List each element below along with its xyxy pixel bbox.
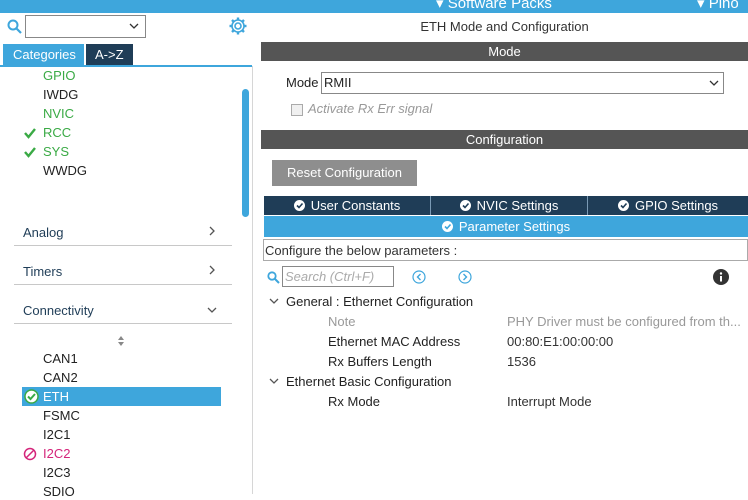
chevron-down-icon[interactable] xyxy=(207,305,217,315)
tab-user-constants[interactable]: User Constants xyxy=(264,196,430,215)
list-item-wwdg[interactable]: WWDG xyxy=(43,162,87,179)
param-value-rx-mode[interactable]: Interrupt Mode xyxy=(507,394,747,409)
search-icon[interactable] xyxy=(7,19,23,35)
list-item-can2[interactable]: CAN2 xyxy=(43,369,78,386)
list-item-rcc[interactable]: RCC xyxy=(43,124,71,141)
list-item-i2c2[interactable]: I2C2 xyxy=(43,445,70,462)
tab-gpio-settings[interactable]: GPIO Settings xyxy=(588,196,748,215)
check-circle-icon xyxy=(441,221,453,232)
chevron-down-icon[interactable] xyxy=(269,376,279,386)
list-item-sys[interactable]: SYS xyxy=(43,143,69,160)
divider xyxy=(14,245,232,246)
param-name-rx-mode[interactable]: Rx Mode xyxy=(328,394,380,409)
tab-label: Parameter Settings xyxy=(458,219,571,234)
categories-panel: Categories A->Z GPIO IWDG NVIC RCC SYS W… xyxy=(0,13,253,499)
divider xyxy=(14,323,232,324)
list-item-can1[interactable]: CAN1 xyxy=(43,350,78,367)
check-circle-icon xyxy=(24,389,39,404)
top-toolbar: ▾ Software Packs ▾ Pino xyxy=(0,0,748,13)
param-name-rx-buffers[interactable]: Rx Buffers Length xyxy=(328,354,432,369)
previous-icon[interactable] xyxy=(412,270,426,284)
tab-label: User Constants xyxy=(310,198,401,213)
chevron-down-icon xyxy=(129,23,139,29)
search-combo[interactable] xyxy=(25,15,146,38)
tab-label: GPIO Settings xyxy=(634,198,719,213)
list-item-nvic[interactable]: NVIC xyxy=(43,105,74,122)
chevron-down-icon xyxy=(709,80,719,86)
search-icon xyxy=(267,271,280,284)
param-value-rx-buffers[interactable]: 1536 xyxy=(507,354,747,369)
chevron-down-icon[interactable] xyxy=(269,296,279,306)
list-item-fsmc[interactable]: FSMC xyxy=(43,407,80,424)
check-circle-icon xyxy=(459,200,471,211)
section-analog[interactable]: Analog xyxy=(23,225,63,240)
next-icon[interactable] xyxy=(458,270,472,284)
check-icon xyxy=(24,128,36,139)
parameter-search-input[interactable]: Search (Ctrl+F) xyxy=(282,266,394,287)
tab-parameter-settings[interactable]: Parameter Settings xyxy=(264,216,748,237)
check-circle-icon xyxy=(617,200,629,211)
info-icon[interactable] xyxy=(713,269,729,285)
activate-rx-err-checkbox[interactable] xyxy=(291,104,303,116)
tab-categories[interactable]: Categories xyxy=(3,44,84,65)
software-packs-menu[interactable]: ▾ Software Packs xyxy=(436,0,552,12)
blocked-icon xyxy=(23,447,37,461)
list-item-sdio[interactable]: SDIO xyxy=(43,483,75,500)
scrollbar-thumb[interactable] xyxy=(242,89,249,217)
check-circle-icon xyxy=(293,200,305,211)
divider xyxy=(14,284,232,285)
activate-rx-err-label: Activate Rx Err signal xyxy=(308,101,433,116)
mode-header: Mode xyxy=(261,42,748,61)
list-item-eth[interactable]: ETH xyxy=(43,388,69,405)
mode-select-value: RMII xyxy=(324,75,352,90)
mode-select[interactable]: RMII xyxy=(321,72,724,94)
chevron-right-icon[interactable] xyxy=(207,265,217,275)
param-name-note: Note xyxy=(328,314,356,329)
pinout-label: Pino xyxy=(708,0,739,12)
param-value-mac-address[interactable]: 00:80:E1:00:00:00 xyxy=(507,334,747,349)
section-connectivity[interactable]: Connectivity xyxy=(23,303,94,318)
pinout-menu[interactable]: ▾ Pino xyxy=(697,0,739,12)
tab-underline xyxy=(0,65,252,67)
configuration-header: Configuration xyxy=(261,130,748,149)
list-item-gpio[interactable]: GPIO xyxy=(43,67,76,84)
tab-nvic-settings[interactable]: NVIC Settings xyxy=(431,196,587,215)
panel-title: ETH Mode and Configuration xyxy=(420,19,589,34)
section-timers[interactable]: Timers xyxy=(23,264,62,279)
group-ethernet-basic[interactable]: Ethernet Basic Configuration xyxy=(286,374,451,389)
categories-header: Categories A->Z xyxy=(0,13,253,67)
tab-label: NVIC Settings xyxy=(476,198,559,213)
configuration-panel: ETH Mode and Configuration Mode Mode RMI… xyxy=(261,13,748,494)
check-icon xyxy=(24,147,36,158)
list-item-i2c3[interactable]: I2C3 xyxy=(43,464,70,481)
chevron-right-icon[interactable] xyxy=(207,226,217,236)
configure-parameters-text: Configure the below parameters : xyxy=(263,239,748,261)
list-item-i2c1[interactable]: I2C1 xyxy=(43,426,70,443)
gear-icon[interactable] xyxy=(229,17,247,35)
software-packs-label: Software Packs xyxy=(447,0,552,12)
tab-a-z[interactable]: A->Z xyxy=(86,44,133,65)
sort-icon[interactable] xyxy=(116,335,126,347)
reset-configuration-button[interactable]: Reset Configuration xyxy=(272,160,417,186)
group-general-ethernet[interactable]: General : Ethernet Configuration xyxy=(286,294,473,309)
param-name-mac-address[interactable]: Ethernet MAC Address xyxy=(328,334,460,349)
param-value-note: PHY Driver must be configured from th... xyxy=(507,314,741,329)
mode-label: Mode xyxy=(286,75,319,90)
list-item-iwdg[interactable]: IWDG xyxy=(43,86,78,103)
